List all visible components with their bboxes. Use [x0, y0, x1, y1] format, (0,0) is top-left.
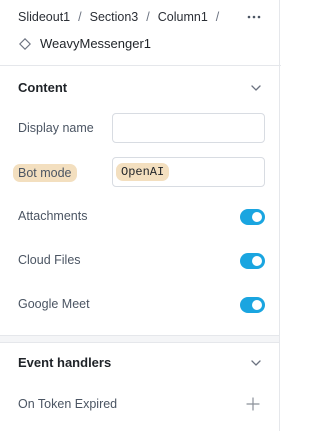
- component-name: WeavyMessenger1: [40, 36, 152, 51]
- breadcrumb-separator: /: [215, 10, 220, 24]
- component-identity: WeavyMessenger1: [18, 36, 151, 51]
- bot-mode-input[interactable]: OpenAI: [112, 157, 265, 187]
- breadcrumb: Slideout1 / Section3 / Column1 /: [18, 10, 227, 24]
- content-section-header[interactable]: Content: [0, 66, 279, 110]
- breadcrumb-item-section[interactable]: Section3: [90, 10, 139, 24]
- bot-mode-label: Bot mode: [13, 164, 77, 182]
- display-name-label: Display name: [18, 121, 94, 135]
- bot-mode-label-text: Bot mode: [13, 164, 77, 182]
- diamond-icon: [18, 37, 32, 51]
- inspector-header: Slideout1 / Section3 / Column1 / WeavyMe…: [0, 0, 281, 65]
- google-meet-toggle[interactable]: [240, 297, 265, 313]
- more-options-button[interactable]: [244, 8, 264, 26]
- more-horizontal-icon: [247, 15, 261, 19]
- chevron-down-icon: [251, 360, 261, 366]
- toggle-knob: [252, 300, 262, 310]
- event-handlers-section-header[interactable]: Event handlers: [0, 341, 279, 385]
- breadcrumb-separator: /: [78, 10, 82, 24]
- cloud-files-label: Cloud Files: [18, 253, 81, 267]
- chevron-down-icon: [251, 85, 261, 91]
- breadcrumb-item-column[interactable]: Column1: [158, 10, 208, 24]
- display-name-input[interactable]: [112, 113, 265, 143]
- attachments-toggle[interactable]: [240, 209, 265, 225]
- add-handler-plus-icon[interactable]: [245, 396, 261, 412]
- toggle-knob: [252, 256, 262, 266]
- toggle-knob: [252, 212, 262, 222]
- on-token-expired-label: On Token Expired: [18, 397, 118, 411]
- breadcrumb-item-slideout[interactable]: Slideout1: [18, 10, 70, 24]
- attachments-label: Attachments: [18, 209, 88, 223]
- bot-mode-value: OpenAI: [116, 163, 170, 181]
- cloud-files-toggle[interactable]: [240, 253, 265, 269]
- event-handlers-section-title: Event handlers: [18, 355, 112, 370]
- google-meet-label: Google Meet: [18, 297, 90, 311]
- panel-border: [279, 0, 280, 431]
- content-section-title: Content: [18, 80, 68, 95]
- breadcrumb-separator: /: [146, 10, 150, 24]
